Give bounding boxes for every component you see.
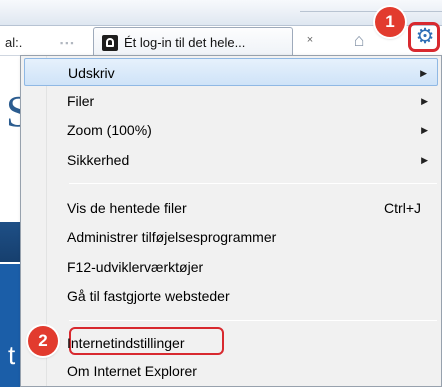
menu-item-label: Filer bbox=[67, 93, 95, 109]
step-1-badge: 1 bbox=[375, 7, 405, 37]
menu-item-zoom[interactable]: Zoom (100%) ▶ bbox=[24, 116, 438, 144]
menu-item-manage-addons[interactable]: Administrer tilføjelsesprogrammer bbox=[24, 223, 438, 251]
toolbar-divider bbox=[300, 0, 442, 12]
address-bar-text: al:. bbox=[5, 35, 23, 50]
tools-menu: Udskriv ▶ Filer ▶ Zoom (100%) ▶ Sikkerhe… bbox=[20, 55, 442, 387]
tab-close-icon[interactable]: × bbox=[303, 33, 317, 47]
menu-item-print[interactable]: Udskriv ▶ bbox=[24, 58, 438, 86]
submenu-arrow-icon: ▶ bbox=[421, 125, 428, 135]
submenu-arrow-icon: ▶ bbox=[421, 155, 428, 165]
step-2-badge: 2 bbox=[28, 326, 58, 356]
menu-item-files[interactable]: Filer ▶ bbox=[24, 87, 438, 115]
menu-item-label: Gå til fastgjorte websteder bbox=[67, 288, 230, 304]
menu-item-shortcut: Ctrl+J bbox=[384, 200, 421, 216]
submenu-arrow-icon: ▶ bbox=[421, 96, 428, 106]
lock-favicon-icon bbox=[102, 34, 118, 51]
menu-item-label: Zoom (100%) bbox=[67, 122, 152, 138]
menu-item-security[interactable]: Sikkerhed ▶ bbox=[24, 146, 438, 174]
menu-item-pinned-sites[interactable]: Gå til fastgjorte websteder bbox=[24, 282, 438, 310]
menu-item-label: Administrer tilføjelsesprogrammer bbox=[67, 229, 277, 245]
menu-item-about-ie[interactable]: Om Internet Explorer bbox=[24, 357, 438, 385]
menu-separator bbox=[69, 320, 437, 321]
address-bar-icons: ▪▪▪ bbox=[60, 38, 76, 48]
menu-item-label: Sikkerhed bbox=[67, 152, 130, 168]
menu-item-label: F12-udviklerværktøjer bbox=[67, 259, 204, 275]
menu-item-internet-options[interactable]: Internetindstillinger bbox=[24, 327, 438, 357]
menu-item-label: Udskriv bbox=[68, 65, 115, 81]
submenu-arrow-icon: ▶ bbox=[420, 68, 427, 78]
menu-item-label: Om Internet Explorer bbox=[67, 363, 197, 379]
menu-item-developer-tools[interactable]: F12-udviklerværktøjer bbox=[24, 253, 438, 281]
browser-tab[interactable]: Ét log-in til det hele... bbox=[93, 27, 293, 57]
menu-item-view-downloads[interactable]: Vis de hentede filer Ctrl+J bbox=[24, 194, 438, 222]
tab-title: Ét log-in til det hele... bbox=[124, 35, 246, 50]
home-icon[interactable]: ⌂ bbox=[348, 30, 370, 50]
menu-separator bbox=[69, 183, 437, 184]
menu-item-label: Vis de hentede filer bbox=[67, 200, 187, 216]
menu-item-label: Internetindstillinger bbox=[67, 335, 185, 351]
gear-icon[interactable]: ⚙ bbox=[414, 26, 436, 48]
page-footer-letter: t bbox=[8, 340, 16, 370]
